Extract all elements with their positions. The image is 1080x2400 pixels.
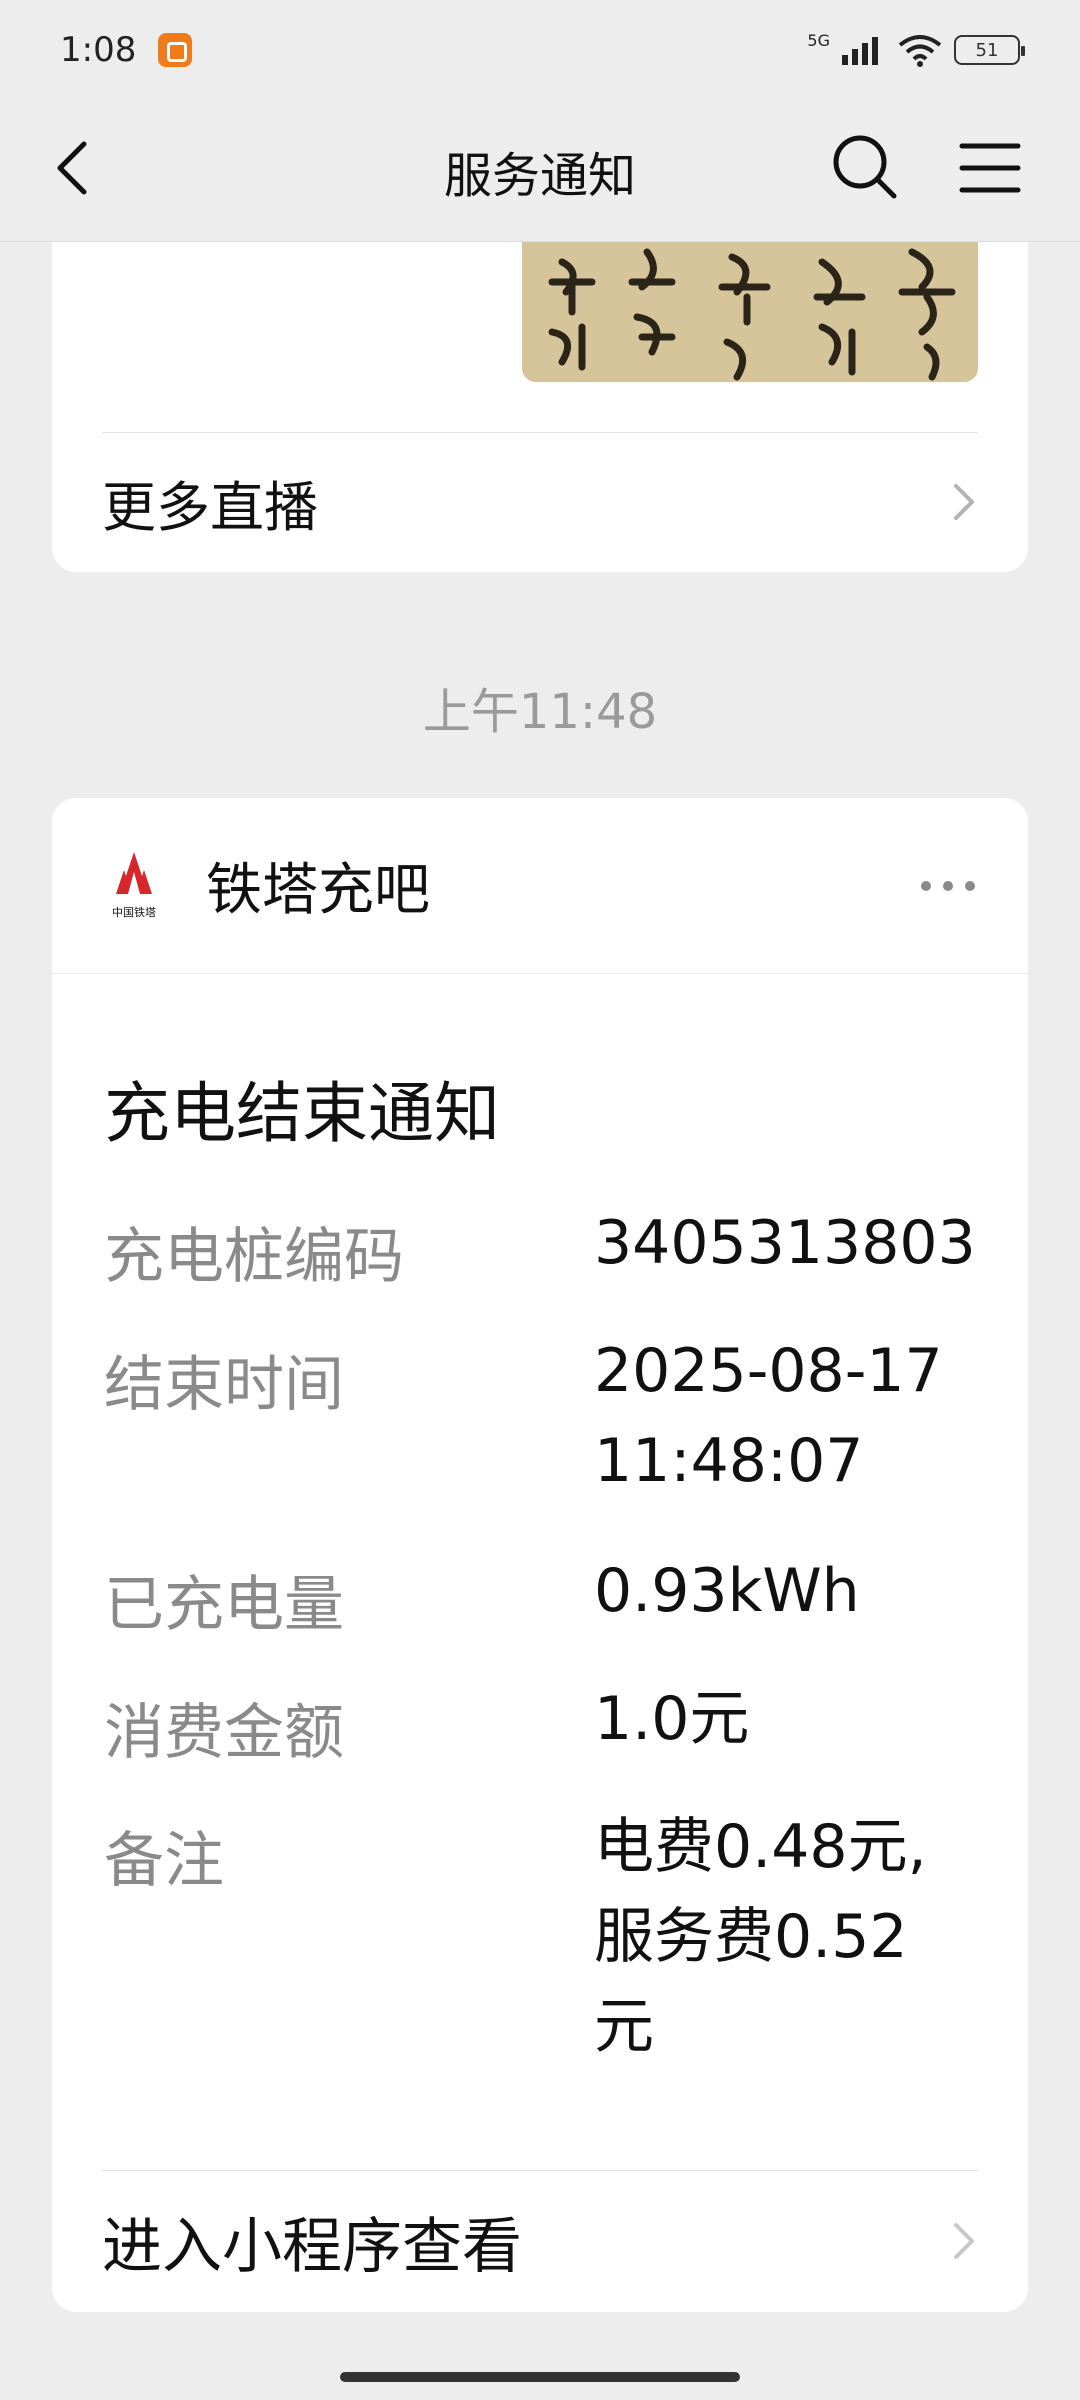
app-notification-icon [158,33,193,67]
status-bar: 1:08 5G 51 [0,0,1080,100]
field-value-energy: 0.93kWh [594,1556,860,1626]
notice-title: 充电结束通知 [104,1075,500,1152]
field-value-remark-line2: 服务费0.52 [594,1902,908,1972]
menu-icon[interactable] [958,136,1022,200]
field-label-pile-code: 充电桩编码 [104,1222,404,1292]
battery-icon: 51 [954,35,1025,65]
more-live-label: 更多直播 [102,475,318,539]
wifi-icon [898,35,942,67]
live-thumbnail-image[interactable] [522,242,978,382]
network-type-label: 5G [807,30,830,50]
page-title: 服务通知 [443,147,636,204]
field-value-amount: 1.0元 [594,1684,750,1754]
more-live-link[interactable]: 更多直播 [52,433,1028,571]
charging-notification-card: 中国铁塔 铁塔充吧 充电结束通知 充电桩编码 3405313803 结束时间 2… [52,798,1028,2312]
open-mini-program-link[interactable]: 进入小程序查看 [52,2171,1028,2311]
status-icons: 5G 51 [807,30,1025,67]
search-icon[interactable] [830,132,900,202]
field-label-remark: 备注 [104,1826,224,1896]
message-timestamp: 上午11:48 [422,684,658,740]
battery-level: 51 [975,39,999,61]
field-value-end-date: 2025-08-17 [594,1336,943,1406]
home-indicator[interactable] [340,2372,740,2382]
signal-icon [842,37,878,65]
field-label-amount: 消费金额 [104,1698,344,1768]
china-tower-logo: 中国铁塔 [112,851,156,919]
field-value-pile-code: 3405313803 [594,1208,976,1278]
nav-bar: 服务通知 [0,100,1080,242]
field-label-end-time: 结束时间 [104,1350,344,1420]
field-value-remark-line3: 元 [594,1992,654,2062]
field-label-energy: 已充电量 [104,1570,344,1640]
back-arrow-icon[interactable] [46,138,106,198]
field-value-remark-line1: 电费0.48元, [594,1812,927,1882]
status-time: 1:08 [60,30,137,70]
chevron-right-icon [954,2223,974,2259]
field-value-end-time: 11:48:07 [594,1426,864,1496]
calligraphy-image [522,242,978,382]
more-options-icon[interactable] [918,876,978,896]
card-header: 中国铁塔 铁塔充吧 [52,798,1028,974]
chevron-right-icon [954,484,974,520]
open-mini-program-label: 进入小程序查看 [102,2211,522,2282]
sender-name[interactable]: 铁塔充吧 [206,845,430,926]
logo-text: 中国铁塔 [112,906,156,919]
